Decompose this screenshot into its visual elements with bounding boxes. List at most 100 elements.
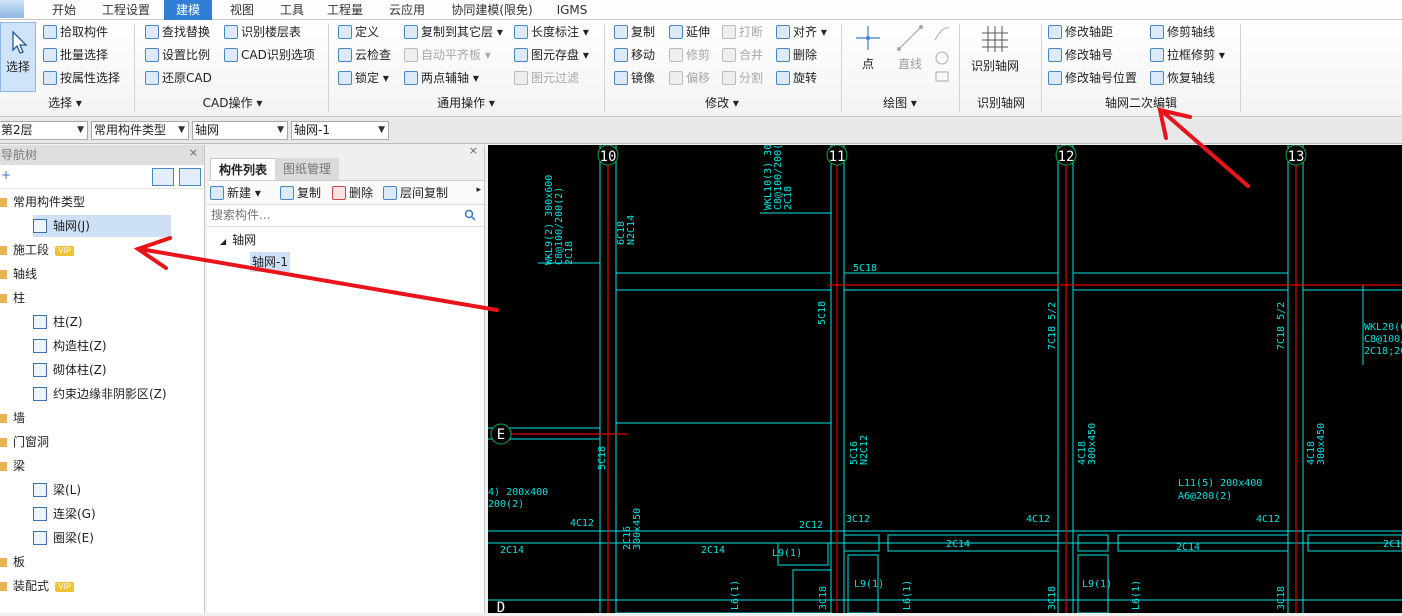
modify-axis-number-position-button[interactable]: 修改轴号位置 bbox=[1048, 68, 1137, 88]
nav-folder[interactable]: 门窗洞 bbox=[0, 431, 49, 453]
modify-axis-distance-button[interactable]: 修改轴距 bbox=[1048, 22, 1113, 42]
nav-folder[interactable]: 装配式 VIP bbox=[0, 575, 74, 597]
more-icon[interactable]: ▸ bbox=[476, 185, 481, 195]
save-element-button[interactable]: 图元存盘 ▾ bbox=[514, 45, 589, 65]
nav-folder[interactable]: 板 bbox=[0, 551, 25, 573]
box-trim-button[interactable]: 拉框修剪 ▾ bbox=[1150, 45, 1225, 65]
cad-annotation: 5C18 bbox=[597, 446, 608, 470]
rotate-button[interactable]: 旋转 bbox=[776, 68, 817, 88]
copy-button[interactable]: 复制 bbox=[614, 22, 655, 42]
group-label-draw[interactable]: 绘图 ▾ bbox=[844, 94, 956, 112]
cloud-check-button[interactable]: 云检查 bbox=[338, 45, 391, 65]
menu-tab-igms[interactable]: IGMS bbox=[552, 0, 592, 20]
cad-annotation: A6@200(2) bbox=[1178, 491, 1232, 502]
menu-tab-project-settings[interactable]: 工程设置 bbox=[98, 0, 154, 20]
app-logo-icon[interactable] bbox=[0, 0, 24, 18]
lock-button[interactable]: 锁定 ▾ bbox=[338, 68, 389, 88]
select-button[interactable]: 选择 bbox=[0, 22, 36, 92]
close-icon[interactable]: × bbox=[189, 143, 198, 163]
nav-item[interactable]: 构造柱(Z) bbox=[33, 335, 107, 357]
restore-axis-button[interactable]: 恢复轴线 bbox=[1150, 68, 1215, 88]
length-dimension-button[interactable]: 长度标注 ▾ bbox=[514, 22, 589, 42]
component-type-select[interactable]: 常用构件类型 ▼ bbox=[91, 121, 189, 140]
break-button[interactable]: 打断 bbox=[722, 22, 763, 42]
draw-shape-icons[interactable] bbox=[933, 24, 951, 84]
move-label: 移动 bbox=[631, 48, 656, 62]
group-label-select[interactable]: 选择 ▾ bbox=[0, 94, 130, 112]
delete-button[interactable]: 删除 bbox=[776, 45, 817, 65]
find-replace-button[interactable]: 查找替换 bbox=[145, 22, 210, 42]
nav-folder[interactable]: 梁 bbox=[0, 455, 25, 477]
extend-button[interactable]: 延伸 bbox=[669, 22, 710, 42]
split-button[interactable]: 分割 bbox=[722, 68, 763, 88]
move-button[interactable]: 移动 bbox=[614, 45, 655, 65]
auto-align-slab-button[interactable]: 自动平齐板 ▾ bbox=[404, 45, 491, 65]
nav-item[interactable]: 连梁(G) bbox=[33, 503, 96, 525]
restore-cad-button[interactable]: 还原CAD bbox=[145, 68, 212, 88]
nav-item[interactable]: 梁(L) bbox=[33, 479, 81, 501]
trim-axis-button[interactable]: 修剪轴线 bbox=[1150, 22, 1215, 42]
close-icon[interactable]: × bbox=[469, 144, 478, 157]
menu-tab-quantity[interactable]: 工程量 bbox=[323, 0, 367, 20]
nav-folder[interactable]: 轴线 bbox=[0, 263, 37, 285]
nav-folder[interactable]: 施工段 VIP bbox=[0, 239, 74, 261]
nav-folder[interactable]: 柱 bbox=[0, 287, 25, 309]
nav-item[interactable]: 砌体柱(Z) bbox=[33, 359, 107, 381]
group-label-modify[interactable]: 修改 ▾ bbox=[606, 94, 838, 112]
tab-component-list[interactable]: 构件列表 bbox=[210, 158, 277, 180]
group-label-cad[interactable]: CAD操作 ▾ bbox=[140, 94, 325, 112]
list-view-icon[interactable] bbox=[152, 168, 174, 186]
set-scale-button[interactable]: 设置比例 bbox=[145, 45, 210, 65]
component-tree-root[interactable]: ◢ 轴网 bbox=[220, 229, 256, 251]
element-filter-button[interactable]: 图元过滤 bbox=[514, 68, 579, 88]
floor-select[interactable]: 第2层 ▼ bbox=[0, 121, 88, 140]
category-select[interactable]: 轴网 ▼ bbox=[192, 121, 288, 140]
new-component-button[interactable]: 新建 ▾ bbox=[210, 183, 261, 203]
detail-view-icon[interactable] bbox=[179, 168, 201, 186]
menu-tab-collab[interactable]: 协同建模(限免) bbox=[446, 0, 538, 20]
tab-drawing-management[interactable]: 图纸管理 bbox=[275, 158, 340, 180]
mirror-button[interactable]: 镜像 bbox=[614, 68, 655, 88]
batch-select-button[interactable]: 批量选择 bbox=[43, 45, 108, 65]
draw-line-button[interactable]: 直线 bbox=[892, 24, 928, 80]
cad-options-button[interactable]: CAD识别选项 bbox=[224, 45, 315, 65]
nav-item[interactable]: 柱(Z) bbox=[33, 311, 83, 333]
collapse-icon[interactable]: ◢ bbox=[220, 237, 226, 246]
instance-select[interactable]: 轴网-1 ▼ bbox=[291, 121, 389, 140]
menu-tab-tools[interactable]: 工具 bbox=[272, 0, 312, 20]
component-tree-item-selected[interactable]: 轴网-1 bbox=[250, 252, 290, 272]
nav-item[interactable]: 约束边缘非阴影区(Z) bbox=[33, 383, 167, 405]
nav-item[interactable]: 圈梁(E) bbox=[33, 527, 94, 549]
copy-to-other-floor-button[interactable]: 复制到其它层 ▾ bbox=[404, 22, 503, 42]
copy-component-button[interactable]: 复制 bbox=[280, 183, 321, 203]
modify-axis-number-button[interactable]: 修改轴号 bbox=[1048, 45, 1113, 65]
align-button[interactable]: 对齐 ▾ bbox=[776, 22, 827, 42]
add-icon[interactable]: + bbox=[1, 168, 11, 182]
pick-component-button[interactable]: 拾取构件 bbox=[43, 22, 108, 42]
folder-icon bbox=[0, 438, 7, 447]
cad-drawing[interactable]: 10 11 12 13ED WKL9(2) 300x600 C8@100/200(2) 2… bbox=[488, 132, 1402, 616]
identify-floor-table-button[interactable]: 识别楼层表 bbox=[224, 22, 301, 42]
delete-component-button[interactable]: 删除 bbox=[332, 183, 373, 203]
menu-tab-modeling[interactable]: 建模 bbox=[164, 0, 212, 20]
nav-folder[interactable]: 墙 bbox=[0, 407, 25, 429]
component-search-input[interactable] bbox=[207, 205, 457, 225]
identify-axis-button[interactable]: 识别轴网 bbox=[967, 24, 1023, 84]
trim-button[interactable]: 修剪 bbox=[669, 45, 710, 65]
nav-folder[interactable]: 常用构件类型 bbox=[0, 191, 85, 213]
drawing-canvas[interactable]: 10 11 12 13 E D WKL9(2) 300x600 C8@100/200(2) 2… bbox=[488, 132, 1402, 616]
two-point-aux-axis-button[interactable]: 两点辅轴 ▾ bbox=[404, 68, 479, 88]
axis-number-position-icon bbox=[1048, 71, 1062, 85]
offset-button[interactable]: 偏移 bbox=[669, 68, 710, 88]
nav-item[interactable]: 轴网(J) bbox=[33, 215, 171, 237]
menu-tab-view[interactable]: 视图 bbox=[222, 0, 262, 20]
search-icon[interactable] bbox=[464, 209, 476, 221]
copy-between-floors-button[interactable]: 层间复制 bbox=[383, 183, 448, 203]
select-by-attr-button[interactable]: 按属性选择 bbox=[43, 68, 120, 88]
menu-tab-start[interactable]: 开始 bbox=[44, 0, 84, 20]
merge-button[interactable]: 合并 bbox=[722, 45, 763, 65]
draw-point-button[interactable]: 点 bbox=[850, 24, 886, 80]
define-button[interactable]: 定义 bbox=[338, 22, 379, 42]
group-label-general[interactable]: 通用操作 ▾ bbox=[330, 94, 602, 112]
menu-tab-cloud[interactable]: 云应用 bbox=[385, 0, 429, 20]
